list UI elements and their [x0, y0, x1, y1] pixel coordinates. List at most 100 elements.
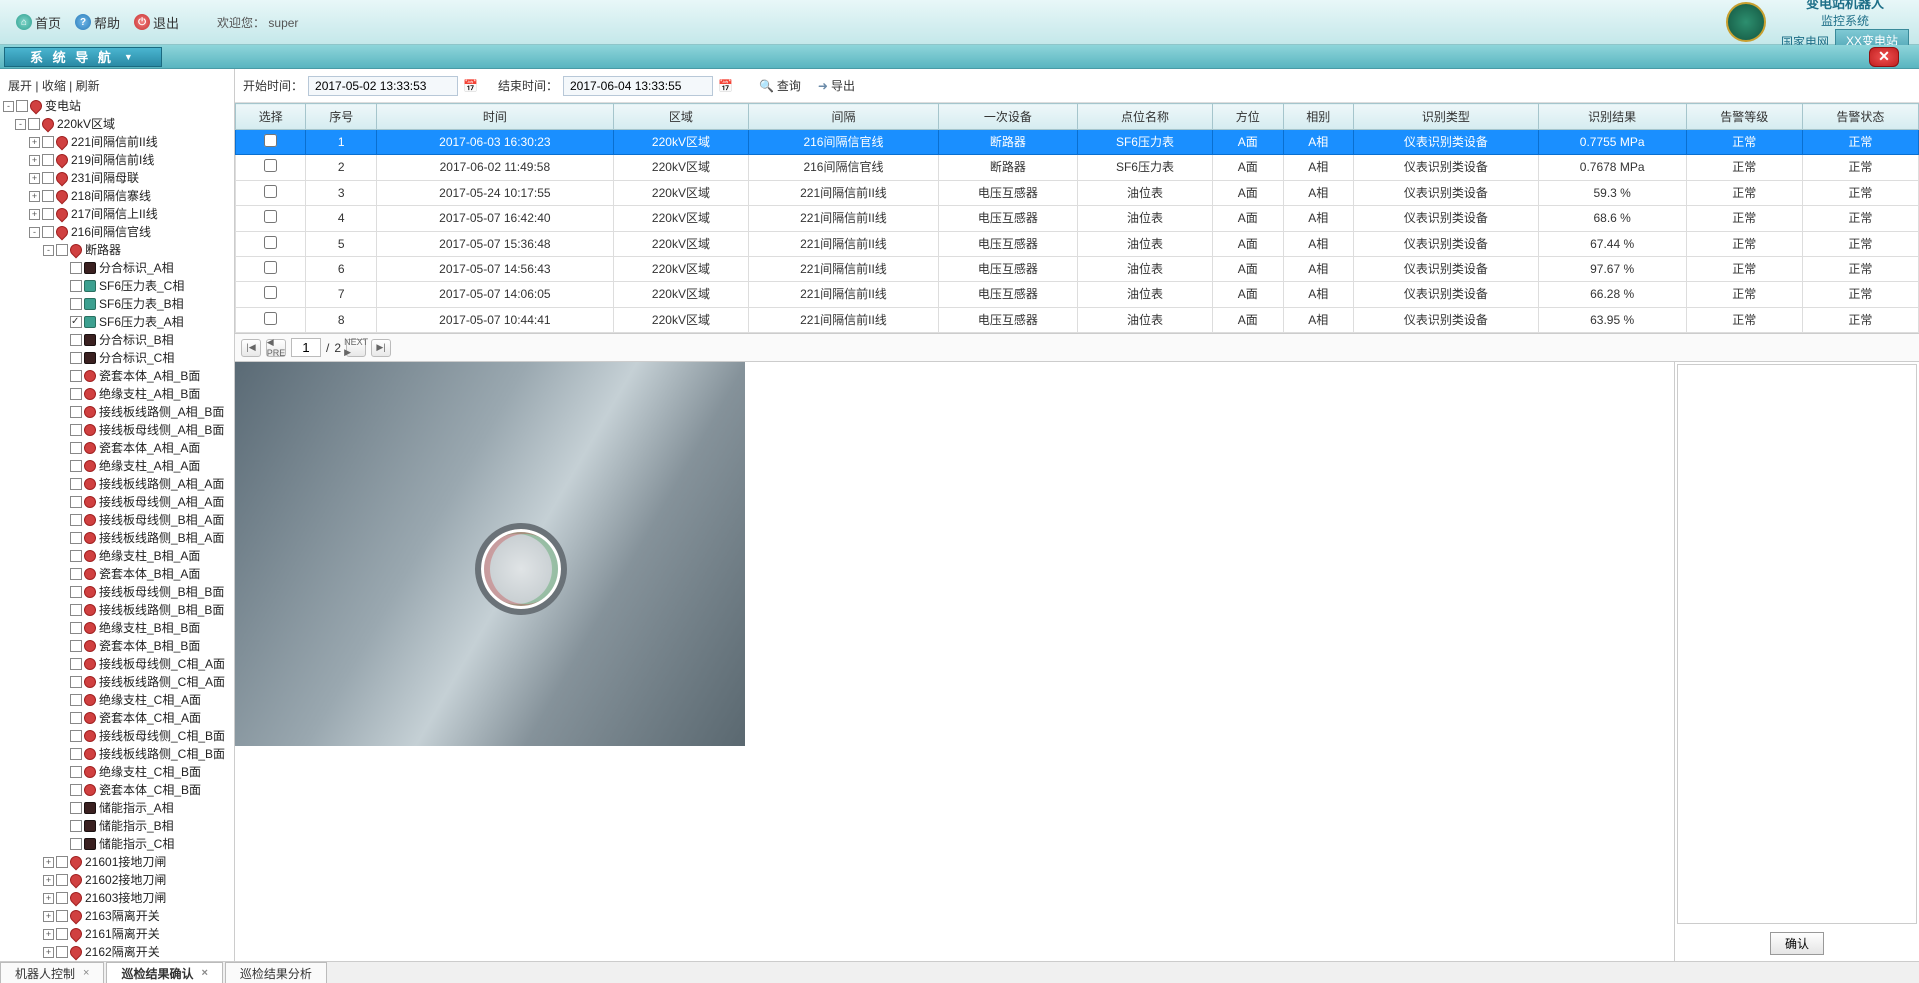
table-header-cell[interactable]: 相别	[1283, 104, 1353, 130]
export-button[interactable]: ➜ 导出	[812, 75, 861, 96]
tree-checkbox[interactable]	[70, 316, 82, 328]
tree-node[interactable]: +21603接地刀闸	[3, 889, 231, 907]
tree-checkbox[interactable]	[70, 406, 82, 418]
bottom-tab[interactable]: 机器人控制×	[0, 962, 104, 983]
table-row[interactable]: 72017-05-07 14:06:05220kV区域221间隔信前II线电压互…	[236, 282, 1919, 307]
tree-checkbox[interactable]	[56, 874, 68, 886]
tree-node[interactable]: 储能指示_C相	[3, 835, 231, 853]
table-row[interactable]: 22017-06-02 11:49:58220kV区域216间隔信官线断路器SF…	[236, 155, 1919, 180]
expand-icon[interactable]: +	[29, 137, 40, 148]
expand-icon[interactable]: +	[43, 911, 54, 922]
first-page-button[interactable]: |◀	[241, 339, 261, 357]
tree-node[interactable]: 瓷套本体_C相_A面	[3, 709, 231, 727]
tree-node[interactable]: 瓷套本体_A相_B面	[3, 367, 231, 385]
row-checkbox[interactable]	[264, 134, 277, 147]
tree-node[interactable]: 接线板母线侧_C相_A面	[3, 655, 231, 673]
tree-checkbox[interactable]	[56, 946, 68, 958]
tree-node[interactable]: -220kV区域	[3, 115, 231, 133]
tree-checkbox[interactable]	[70, 298, 82, 310]
tree-node[interactable]: 瓷套本体_B相_B面	[3, 637, 231, 655]
tree-node[interactable]: +2162隔离开关	[3, 943, 231, 961]
expand-icon[interactable]: +	[43, 929, 54, 940]
tree-checkbox[interactable]	[70, 730, 82, 742]
tree-node[interactable]: +221间隔信前II线	[3, 133, 231, 151]
collapse-icon[interactable]: -	[3, 101, 14, 112]
tree-checkbox[interactable]	[70, 838, 82, 850]
tree-node[interactable]: 绝缘支柱_A相_A面	[3, 457, 231, 475]
tree-node[interactable]: +231间隔母联	[3, 169, 231, 187]
tree-node[interactable]: 接线板线路侧_B相_B面	[3, 601, 231, 619]
table-row[interactable]: 52017-05-07 15:36:48220kV区域221间隔信前II线电压互…	[236, 231, 1919, 256]
tree-checkbox[interactable]	[70, 658, 82, 670]
prev-page-button[interactable]: ◀ PRE	[266, 339, 286, 357]
expand-icon[interactable]: +	[29, 155, 40, 166]
tree-checkbox[interactable]	[70, 748, 82, 760]
help-button[interactable]: ? 帮助	[69, 11, 126, 34]
expand-icon[interactable]: +	[43, 947, 54, 958]
table-header-cell[interactable]: 间隔	[749, 104, 939, 130]
expand-icon[interactable]: +	[43, 875, 54, 886]
tree-node[interactable]: 瓷套本体_C相_B面	[3, 781, 231, 799]
tree-node[interactable]: 接线板线路侧_B相_A面	[3, 529, 231, 547]
table-header-cell[interactable]: 时间	[376, 104, 613, 130]
tree-checkbox[interactable]	[70, 766, 82, 778]
tree-checkbox[interactable]	[70, 802, 82, 814]
tree-checkbox[interactable]	[70, 694, 82, 706]
table-header-cell[interactable]: 区域	[613, 104, 748, 130]
tree-refresh[interactable]: 刷新	[76, 79, 100, 93]
tree-node[interactable]: 接线板母线侧_A相_B面	[3, 421, 231, 439]
expand-icon[interactable]: +	[29, 209, 40, 220]
tree-checkbox[interactable]	[42, 226, 54, 238]
tree-node[interactable]: 接线板母线侧_C相_B面	[3, 727, 231, 745]
tree-checkbox[interactable]	[28, 118, 40, 130]
tree-checkbox[interactable]	[70, 514, 82, 526]
tree-checkbox[interactable]	[70, 712, 82, 724]
tree-checkbox[interactable]	[70, 640, 82, 652]
start-time-input[interactable]	[308, 76, 458, 96]
expand-icon[interactable]: +	[29, 173, 40, 184]
tree-checkbox[interactable]	[70, 262, 82, 274]
tree-node[interactable]: 接线板线路侧_C相_B面	[3, 745, 231, 763]
system-nav-dropdown[interactable]: 系 统 导 航	[4, 47, 162, 67]
tree-node[interactable]: -变电站	[3, 97, 231, 115]
tree-checkbox[interactable]	[70, 424, 82, 436]
table-row[interactable]: 62017-05-07 14:56:43220kV区域221间隔信前II线电压互…	[236, 256, 1919, 281]
calendar-icon[interactable]: 📅	[718, 79, 733, 93]
row-checkbox[interactable]	[264, 210, 277, 223]
tree-checkbox[interactable]	[70, 334, 82, 346]
tree-node[interactable]: SF6压力表_A相	[3, 313, 231, 331]
tree-node[interactable]: 瓷套本体_A相_A面	[3, 439, 231, 457]
tree-checkbox[interactable]	[56, 856, 68, 868]
tree-checkbox[interactable]	[70, 388, 82, 400]
tree-checkbox[interactable]	[70, 604, 82, 616]
table-header-cell[interactable]: 识别类型	[1353, 104, 1538, 130]
table-row[interactable]: 42017-05-07 16:42:40220kV区域221间隔信前II线电压互…	[236, 206, 1919, 231]
tree-checkbox[interactable]	[70, 532, 82, 544]
tree-checkbox[interactable]	[70, 496, 82, 508]
tree-checkbox[interactable]	[70, 820, 82, 832]
tree-node[interactable]: 接线板线路侧_C相_A面	[3, 673, 231, 691]
expand-icon[interactable]: +	[43, 857, 54, 868]
tree-node[interactable]: SF6压力表_C相	[3, 277, 231, 295]
tree-node[interactable]: 分合标识_C相	[3, 349, 231, 367]
tree-node[interactable]: 接线板线路侧_A相_A面	[3, 475, 231, 493]
query-button[interactable]: 🔍 查询	[753, 75, 807, 96]
home-button[interactable]: ⌂ 首页	[10, 11, 67, 34]
table-header-cell[interactable]: 序号	[306, 104, 376, 130]
tree-node[interactable]: 绝缘支柱_B相_B面	[3, 619, 231, 637]
tree-node[interactable]: -216间隔信官线	[3, 223, 231, 241]
last-page-button[interactable]: ▶|	[371, 339, 391, 357]
tree-checkbox[interactable]	[42, 190, 54, 202]
table-row[interactable]: 12017-06-03 16:30:23220kV区域216间隔信官线断路器SF…	[236, 130, 1919, 155]
tree-node[interactable]: -断路器	[3, 241, 231, 259]
confirm-button[interactable]: 确认	[1770, 932, 1824, 955]
tree-node[interactable]: 储能指示_B相	[3, 817, 231, 835]
tree-checkbox[interactable]	[56, 910, 68, 922]
tree-node[interactable]: 接线板母线侧_B相_B面	[3, 583, 231, 601]
table-row[interactable]: 32017-05-24 10:17:55220kV区域221间隔信前II线电压互…	[236, 180, 1919, 205]
tree-checkbox[interactable]	[70, 784, 82, 796]
tree-node[interactable]: 绝缘支柱_A相_B面	[3, 385, 231, 403]
expand-icon[interactable]: +	[43, 893, 54, 904]
close-tab-icon[interactable]: ×	[201, 967, 207, 979]
tree-checkbox[interactable]	[70, 460, 82, 472]
